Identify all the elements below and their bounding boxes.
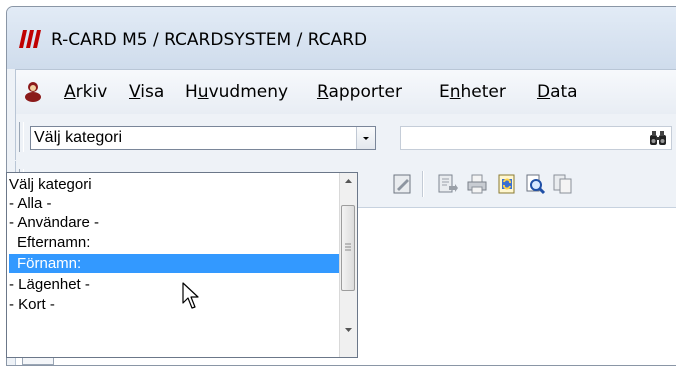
menu-label-post: rkiv — [75, 82, 108, 102]
export-icon[interactable] — [436, 173, 458, 195]
menu-rapporter[interactable]: Rapporter — [317, 82, 402, 102]
menu-arkiv[interactable]: Arkiv — [64, 82, 107, 102]
menu-label-pre: H — [185, 82, 198, 102]
grip-lines-icon — [345, 243, 351, 251]
scroll-up-icon[interactable] — [340, 173, 357, 190]
dropdown-option-selected[interactable]: Förnamn: — [9, 254, 343, 273]
menu-label-mnemonic: R — [317, 82, 329, 102]
menu-huvudmeny[interactable]: Huvudmeny — [185, 82, 288, 102]
menu-label-post: apporter — [328, 82, 402, 102]
edit-icon[interactable] — [392, 173, 414, 195]
dropdown-option[interactable]: Välj kategori — [9, 175, 343, 194]
dropdown-option[interactable]: - Användare - — [9, 213, 343, 232]
menu-label-mnemonic: n — [449, 82, 461, 102]
menu-visa[interactable]: Visa — [129, 82, 164, 102]
title-bar: R-CARD M5 / RCARDSYSTEM / RCARD — [7, 7, 676, 69]
app-logo-icon — [19, 30, 41, 48]
preview-icon[interactable] — [524, 173, 546, 195]
menu-label-post: vudmeny — [208, 82, 289, 102]
menu-label-mnemonic: D — [537, 82, 551, 102]
dropdown-option[interactable]: - Alla - — [9, 194, 343, 213]
user-icon[interactable] — [22, 80, 44, 102]
print-icon[interactable] — [466, 173, 488, 195]
menu-label-mnemonic: u — [197, 82, 209, 102]
scroll-down-icon[interactable] — [340, 321, 357, 338]
combo-dropdown-button[interactable] — [356, 127, 375, 149]
dropdown-option[interactable]: - Kort - — [9, 295, 343, 314]
toolbar-grip[interactable] — [19, 122, 24, 152]
search-toolbar: Välj kategori — [15, 114, 676, 160]
menu-label-post: heter — [460, 82, 506, 102]
dropdown-option[interactable]: Efternamn: — [9, 233, 343, 252]
toolbar-separator — [422, 171, 424, 197]
menu-label-post: isa — [140, 82, 165, 102]
copy-icon[interactable] — [552, 173, 574, 195]
menu-bar: Arkiv Visa Huvudmeny Rapporter Enheter D… — [15, 69, 676, 115]
menu-label-mnemonic: A — [64, 82, 76, 102]
chevron-down-icon — [363, 137, 369, 140]
window-title: R-CARD M5 / RCARDSYSTEM / RCARD — [51, 30, 368, 50]
mouse-cursor-icon — [182, 282, 199, 309]
category-combo[interactable]: Välj kategori — [30, 126, 376, 150]
dropdown-option[interactable]: - Lägenhet - — [9, 275, 343, 294]
category-combo-value: Välj kategori — [34, 129, 123, 146]
menu-enheter[interactable]: Enheter — [439, 82, 506, 102]
category-dropdown-list[interactable]: Välj kategori - Alla - - Användare - Eft… — [6, 172, 358, 358]
dropdown-scrollbar[interactable] — [339, 173, 357, 357]
scrollbar-thumb[interactable] — [341, 205, 355, 291]
search-input[interactable] — [400, 126, 672, 150]
refresh-icon[interactable] — [496, 173, 518, 195]
menu-label-post: ata — [550, 82, 578, 102]
binoculars-icon[interactable] — [649, 130, 667, 146]
menu-label-pre: E — [439, 82, 450, 102]
menu-data[interactable]: Data — [537, 82, 578, 102]
menu-label-mnemonic: V — [129, 82, 141, 102]
